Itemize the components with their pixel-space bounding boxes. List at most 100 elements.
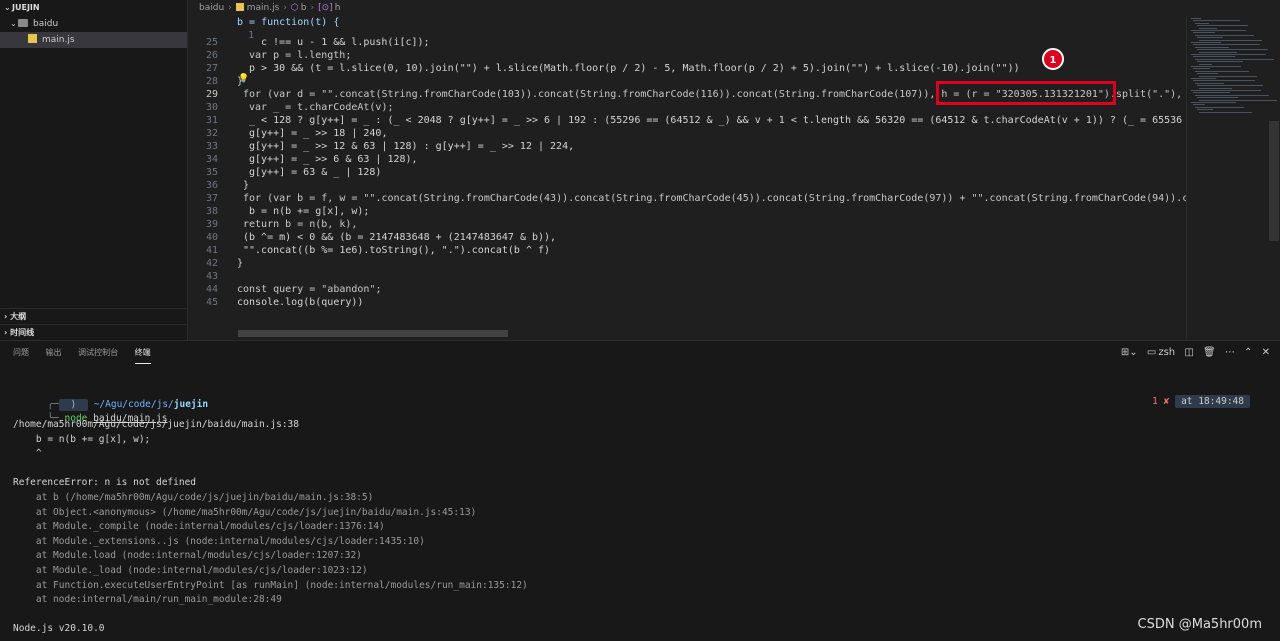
terminal-status: 1 ✘ at 18:49:48 bbox=[1118, 385, 1250, 418]
tab-output[interactable]: 输出 bbox=[46, 341, 62, 365]
terminal-line: at Object.<anonymous> (/home/ma5hr00m/Ag… bbox=[13, 506, 477, 518]
line-number: 44 bbox=[205, 284, 218, 295]
minimap-line bbox=[1195, 94, 1269, 96]
line-text: for (var b = f, w = "".concat(String.fro… bbox=[243, 193, 1186, 204]
code-line: 26 var p = l.length; bbox=[188, 49, 351, 62]
terminal-line: at Module._compile (node:internal/module… bbox=[13, 521, 385, 533]
close-icon[interactable]: ✕ bbox=[1262, 347, 1270, 358]
line-number: 31 bbox=[205, 115, 218, 126]
code-line: 27 p > 30 && (t = l.slice(0, 10).join("")… bbox=[188, 62, 1020, 75]
minimap-line bbox=[1193, 80, 1255, 82]
lightbulb-icon[interactable]: 💡 bbox=[238, 74, 249, 84]
minimap-line bbox=[1191, 66, 1241, 67]
line-number: 34 bbox=[205, 154, 218, 165]
line-text: var p = l.length; bbox=[249, 50, 352, 61]
code-editor[interactable]: baidu › main.js › ⬡ b › [⊙] h 1 b = function(t) {… bbox=[188, 0, 1280, 340]
line-text: c !== u - 1 && l.push(i[c]); bbox=[261, 37, 430, 48]
breadcrumb-symbol-b[interactable]: b bbox=[301, 3, 307, 13]
minimap-line bbox=[1193, 56, 1235, 58]
more-icon[interactable]: ⋯ bbox=[1225, 347, 1235, 358]
symbol-icon: ⬡ bbox=[290, 3, 299, 13]
outline-section[interactable]: › 大纲 bbox=[0, 308, 187, 324]
code-line: 30 var _ = t.charCodeAt(v); bbox=[188, 101, 394, 114]
explorer-root[interactable]: ⌄JUEJIN bbox=[0, 0, 187, 16]
split-terminal-icon[interactable]: ⊞⌄ bbox=[1121, 347, 1138, 358]
line-text: } bbox=[237, 258, 244, 269]
minimap-line bbox=[1193, 68, 1210, 70]
tab-debug-console[interactable]: 调试控制台 bbox=[78, 341, 118, 365]
chevron-down-icon: ⌄ bbox=[10, 19, 17, 28]
code-line: 37 for (var b = f, w = "".concat(String.f… bbox=[188, 192, 1186, 205]
vertical-scrollbar[interactable] bbox=[1269, 121, 1279, 241]
error-icon: ✘ bbox=[1163, 396, 1170, 407]
code-line: 44 const query = "abandon"; bbox=[188, 283, 382, 296]
chevron-right-icon: › bbox=[4, 328, 8, 337]
shell-name[interactable]: zsh bbox=[1158, 347, 1175, 358]
terminal[interactable]: ╭─ ⟩ ~/Agu/code/js/juejin ╰─ node baidu/… bbox=[0, 365, 1280, 641]
minimap-line bbox=[1191, 30, 1246, 31]
terminal-line: at b (/home/ma5hr00m/Agu/code/js/juejin/… bbox=[13, 492, 374, 503]
minimap-line bbox=[1195, 46, 1229, 48]
minimap[interactable] bbox=[1186, 16, 1280, 340]
code-line: 32 g[y++] = _ >> 18 | 240, bbox=[188, 127, 388, 140]
terminal-line: b = n(b += g[x], w); bbox=[13, 433, 151, 445]
line-number: 45 bbox=[205, 297, 218, 308]
split-icon[interactable]: ◫ bbox=[1184, 347, 1193, 358]
js-file-icon bbox=[235, 3, 244, 11]
line-text: } bbox=[243, 180, 250, 191]
maximize-icon[interactable]: ⌃ bbox=[1244, 347, 1252, 358]
minimap-line bbox=[1197, 37, 1223, 39]
horizontal-scrollbar[interactable] bbox=[238, 330, 508, 337]
line-number: 42 bbox=[205, 258, 218, 269]
tab-problems[interactable]: 问题 bbox=[13, 341, 29, 365]
minimap-line bbox=[1193, 20, 1240, 22]
minimap-line bbox=[1197, 85, 1263, 87]
line-text: b = n(b += g[x], w); bbox=[249, 206, 370, 217]
code-line: 29 for (var d = "".concat(String.fromChar… bbox=[188, 88, 1182, 101]
code-area[interactable]: 1 b = function(t) { 25 c !== u - 1 && l.pu… bbox=[188, 16, 1186, 340]
timeline-section[interactable]: › 时间线 bbox=[0, 324, 187, 340]
line-number: 28 bbox=[205, 76, 218, 87]
minimap-line bbox=[1191, 18, 1201, 19]
line-text: g[y++] = 63 & _ | 128) bbox=[249, 167, 382, 178]
annotation-badge-1: 1 bbox=[1042, 48, 1064, 70]
line-number: 40 bbox=[205, 232, 218, 243]
code-line: 34 g[y++] = _ >> 6 & 63 | 128), bbox=[188, 153, 418, 166]
trash-icon[interactable]: 🗑 bbox=[1203, 347, 1216, 358]
line-text: console.log(b(query)) bbox=[237, 297, 364, 308]
line-number: 38 bbox=[205, 206, 218, 217]
breadcrumb-folder[interactable]: baidu bbox=[199, 3, 224, 13]
breadcrumb-file[interactable]: main.js bbox=[247, 3, 280, 13]
line-number: 41 bbox=[205, 245, 218, 256]
line-text: var _ = t.charCodeAt(v); bbox=[249, 102, 394, 113]
line-number: 27 bbox=[205, 63, 218, 74]
code-line: 33 g[y++] = _ >> 12 & 63 | 128) : g[y++] … bbox=[188, 140, 574, 153]
minimap-line bbox=[1195, 82, 1224, 84]
line-number: 25 bbox=[205, 37, 218, 48]
code-line: 38 b = n(b += g[x], w); bbox=[188, 205, 369, 218]
minimap-line bbox=[1195, 58, 1274, 60]
terminal-line: at Function.executeUserEntryPoint [as ru… bbox=[13, 579, 528, 591]
breadcrumb-symbol-h[interactable]: h bbox=[335, 3, 341, 13]
code-line: 25 c !== u - 1 && l.push(i[c]); bbox=[188, 36, 430, 49]
bottom-panel: 问题 输出 调试控制台 终端 ⊞⌄ ▭ zsh ◫ 🗑 ⋯ ⌃ ✕ ╭─ ⟩ ~/… bbox=[0, 340, 1280, 641]
minimap-line bbox=[1197, 25, 1248, 27]
breadcrumb: baidu › main.js › ⬡ b › [⊙] h bbox=[199, 3, 341, 13]
minimap-line bbox=[1193, 104, 1205, 106]
terminal-line: at Module._extensions..js (node:internal… bbox=[13, 535, 425, 547]
minimap-line bbox=[1197, 73, 1218, 75]
line-text: "".concat((b %= 1e6).toString(), ".").co… bbox=[243, 245, 551, 256]
terminal-line: /home/ma5hr00m/Agu/code/js/juejin/baidu/… bbox=[13, 419, 299, 430]
minimap-line bbox=[1191, 90, 1261, 91]
tab-terminal[interactable]: 终端 bbox=[134, 343, 151, 364]
code-line: 35 g[y++] = 63 & _ | 128) bbox=[188, 166, 382, 179]
file-main-js[interactable]: main.js bbox=[0, 32, 187, 48]
minimap-line bbox=[1197, 97, 1238, 99]
line-number: 26 bbox=[205, 50, 218, 61]
folder-baidu[interactable]: ⌄ baidu bbox=[0, 16, 187, 32]
line-number: 1 bbox=[248, 30, 255, 41]
minimap-line bbox=[1199, 39, 1262, 41]
minimap-line bbox=[1195, 70, 1249, 72]
line-text: g[y++] = _ >> 12 & 63 | 128) : g[y++] = … bbox=[249, 141, 575, 152]
terminal-icon: ▭ bbox=[1146, 347, 1157, 358]
